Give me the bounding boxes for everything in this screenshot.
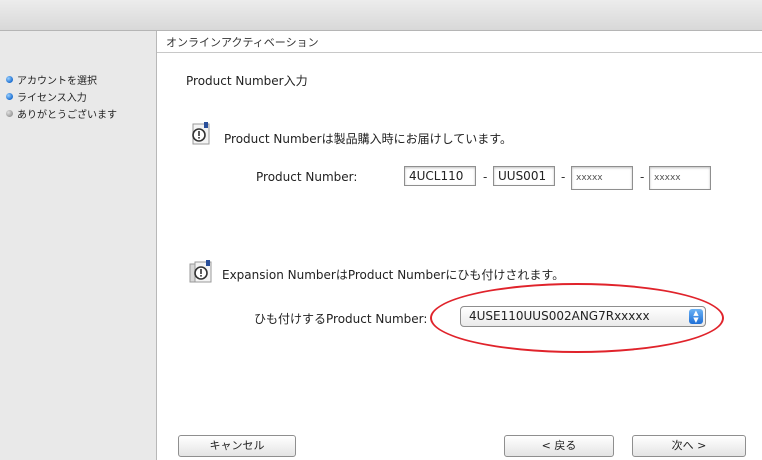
step-label: アカウントを選択 [17,76,97,87]
separator: - [640,170,645,184]
step-item-account: アカウントを選択 [6,71,117,88]
cancel-button[interactable]: キャンセル [178,435,296,457]
step-item-thanks: ありがとうございます [6,105,117,122]
back-button[interactable]: < 戻る [504,435,614,457]
separator: - [561,170,566,184]
header-divider [157,52,762,53]
info-document-icon [188,121,214,147]
step-pending-icon [6,110,13,117]
section-title: Product Number入力 [186,74,308,88]
highlight-circle [430,283,724,353]
next-button[interactable]: 次へ > [632,435,746,457]
product-number-label: Product Number: [256,170,358,184]
step-label: ありがとうございます [17,110,117,121]
step-label: ライセンス入力 [17,93,87,104]
product-number-field-3[interactable]: xxxxx [571,166,633,190]
product-number-field-2[interactable]: UUS001 [493,166,555,186]
expansion-info-text: Expansion NumberはProduct Numberにひも付けされます… [222,268,565,282]
product-number-field-4[interactable]: xxxxx [649,166,711,190]
page-header: オンラインアクティベーション [166,36,319,49]
step-list: アカウントを選択 ライセンス入力 ありがとうございます [6,71,117,122]
step-item-license: ライセンス入力 [6,88,117,105]
sidebar: アカウントを選択 ライセンス入力 ありがとうございます [0,31,157,460]
step-current-icon [6,93,13,100]
separator: - [483,170,488,184]
step-done-icon [6,76,13,83]
product-info-text: Product Numberは製品購入時にお届けしています。 [224,132,513,146]
linked-product-number-label: ひも付けするProduct Number: [254,312,428,326]
window-titlebar [0,0,762,31]
product-number-field-1[interactable]: 4UCL110 [404,166,476,186]
info-document-icon [188,259,214,285]
